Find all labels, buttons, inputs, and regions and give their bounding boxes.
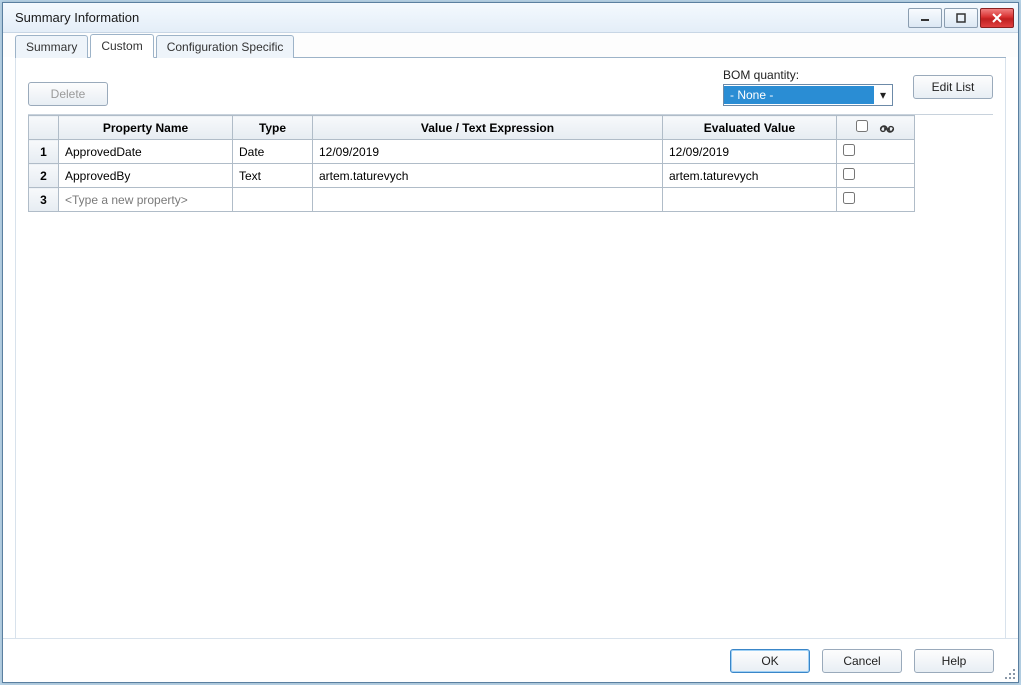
new-property-placeholder[interactable]: <Type a new property> [59,188,233,212]
cell-property-name[interactable]: ApprovedDate [59,140,233,164]
cell-value[interactable] [313,188,663,212]
header-evaluated[interactable]: Evaluated Value [663,116,837,140]
cancel-button[interactable]: Cancel [822,649,902,673]
cell-evaluated[interactable]: 12/09/2019 [663,140,837,164]
cell-property-name[interactable]: ApprovedBy [59,164,233,188]
ok-button[interactable]: OK [730,649,810,673]
cell-value[interactable]: artem.taturevych [313,164,663,188]
header-link[interactable] [837,116,915,140]
tab-configuration-specific[interactable]: Configuration Specific [156,35,295,58]
properties-table: Property Name Type Value / Text Expressi… [28,115,915,212]
content-area: Summary Custom Configuration Specific De… [3,33,1018,682]
window-title: Summary Information [15,10,908,25]
window-buttons [908,8,1014,28]
cell-type[interactable]: Date [233,140,313,164]
bom-row: BOM quantity: - None - ▾ Edit List [723,68,993,106]
bom-quantity-label: BOM quantity: [723,68,893,82]
help-button[interactable]: Help [914,649,994,673]
tab-custom[interactable]: Custom [90,34,153,58]
header-property-name[interactable]: Property Name [59,116,233,140]
row-number[interactable]: 1 [29,140,59,164]
close-button[interactable] [980,8,1014,28]
cell-type[interactable]: Text [233,164,313,188]
delete-button[interactable]: Delete [28,82,108,106]
link-checkbox[interactable] [843,192,855,204]
cell-evaluated[interactable] [663,188,837,212]
table-row[interactable]: 2 ApprovedBy Text artem.taturevych artem… [29,164,915,188]
row-number[interactable]: 2 [29,164,59,188]
link-checkbox[interactable] [843,168,855,180]
properties-table-wrap[interactable]: Property Name Type Value / Text Expressi… [28,114,993,638]
link-icon [879,121,895,135]
table-row[interactable]: 1 ApprovedDate Date 12/09/2019 12/09/201… [29,140,915,164]
cell-type[interactable] [233,188,313,212]
header-value[interactable]: Value / Text Expression [313,116,663,140]
tab-panel-custom: Delete BOM quantity: - None - ▾ Edit Lis… [15,58,1006,638]
cell-link[interactable] [837,188,915,212]
table-row-new[interactable]: 3 <Type a new property> [29,188,915,212]
bom-quantity-value: - None - [724,86,874,104]
cell-link[interactable] [837,164,915,188]
table-corner[interactable] [29,116,59,140]
header-type[interactable]: Type [233,116,313,140]
header-checkbox[interactable] [856,120,868,132]
edit-list-button[interactable]: Edit List [913,75,993,99]
link-checkbox[interactable] [843,144,855,156]
chevron-down-icon: ▾ [874,88,892,102]
minimize-button[interactable] [908,8,942,28]
cell-evaluated[interactable]: artem.taturevych [663,164,837,188]
dialog-window: Summary Information Summary Custom Confi… [2,2,1019,683]
cell-link[interactable] [837,140,915,164]
bom-quantity-dropdown[interactable]: - None - ▾ [723,84,893,106]
maximize-button[interactable] [944,8,978,28]
resize-grip-icon[interactable] [1001,665,1015,679]
row-number[interactable]: 3 [29,188,59,212]
cell-value[interactable]: 12/09/2019 [313,140,663,164]
tab-bar: Summary Custom Configuration Specific [3,33,1018,57]
tab-summary[interactable]: Summary [15,35,88,58]
toolbar-area: Delete BOM quantity: - None - ▾ Edit Lis… [28,68,993,106]
titlebar[interactable]: Summary Information [3,3,1018,33]
dialog-footer: OK Cancel Help [3,638,1018,682]
